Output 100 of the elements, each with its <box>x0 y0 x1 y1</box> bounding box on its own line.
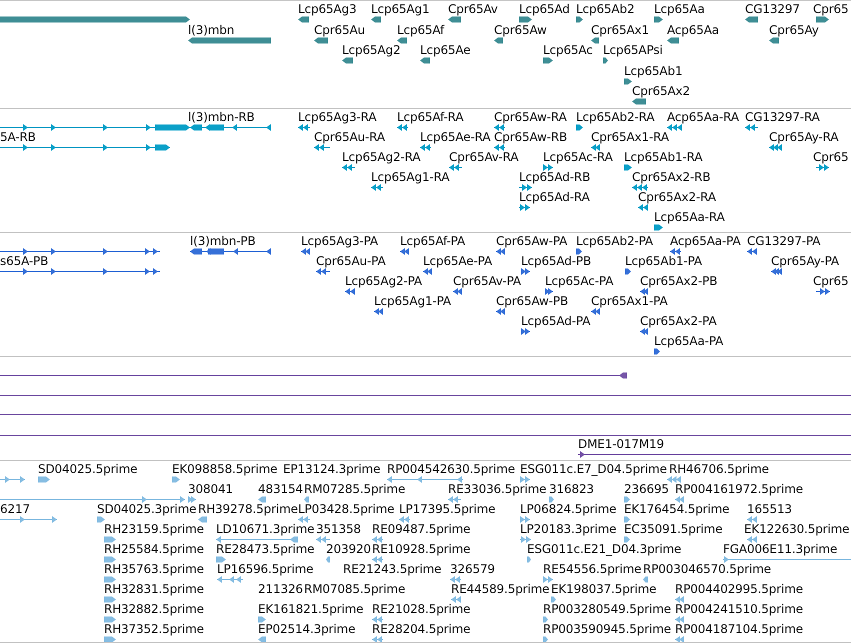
arrow-block-icon[interactable] <box>172 476 180 483</box>
arrowheads-icon[interactable] <box>494 124 505 131</box>
arrowheads-icon[interactable] <box>372 616 383 623</box>
arrow-block-icon[interactable] <box>632 98 646 105</box>
arrow-block-icon[interactable] <box>371 16 381 23</box>
arrowheads-icon[interactable] <box>769 144 782 151</box>
arrow-block-icon[interactable] <box>576 16 583 23</box>
arrowheads-icon[interactable] <box>372 636 383 642</box>
arrowheads-icon[interactable] <box>543 164 553 171</box>
arrow-block-icon[interactable] <box>624 536 630 543</box>
arrow-block-icon[interactable] <box>397 37 407 44</box>
arrow-block-icon[interactable] <box>448 16 461 23</box>
arrow-block-icon[interactable] <box>326 556 330 563</box>
arrow-block-icon[interactable] <box>420 57 430 64</box>
arrowheads-icon[interactable] <box>496 308 505 315</box>
arrowheads-icon[interactable] <box>675 616 684 623</box>
arrow-block-icon[interactable] <box>104 536 116 543</box>
arrowheads-icon[interactable] <box>420 144 431 151</box>
arrowheads-icon[interactable] <box>400 248 409 255</box>
arrow-block-icon[interactable] <box>654 224 663 231</box>
arrow-block-icon[interactable] <box>643 576 648 583</box>
arrow-block-icon[interactable] <box>258 616 266 623</box>
arrowheads-icon[interactable] <box>374 308 383 315</box>
arrowheads-icon[interactable] <box>448 496 461 503</box>
arrowheads-icon[interactable] <box>298 516 310 523</box>
arrowheads-icon[interactable] <box>316 268 330 275</box>
arrowheads-icon[interactable] <box>747 516 757 523</box>
arrowheads-icon[interactable] <box>298 124 310 131</box>
arrowheads-icon[interactable] <box>545 288 553 295</box>
arrowheads-icon[interactable] <box>640 328 648 335</box>
arrow-block-icon[interactable] <box>745 16 758 23</box>
arrowheads-icon[interactable] <box>521 268 530 275</box>
arrowheads-icon[interactable] <box>638 204 648 211</box>
feature-bar[interactable] <box>188 37 271 44</box>
feature-line[interactable] <box>0 248 160 255</box>
arrow-block-icon[interactable] <box>97 516 105 523</box>
arrow-block-icon[interactable] <box>342 57 353 64</box>
arrow-block-icon[interactable] <box>104 636 116 642</box>
arrowheads-icon[interactable] <box>450 576 461 583</box>
arrowheads-icon[interactable] <box>543 576 553 583</box>
feature-bar[interactable] <box>0 16 190 23</box>
arrow-block-icon[interactable] <box>654 348 660 355</box>
arrowheads-icon[interactable] <box>451 596 461 603</box>
arrow-block-icon[interactable] <box>769 37 779 44</box>
arrowheads-icon[interactable] <box>449 164 462 171</box>
arrowheads-icon[interactable] <box>591 308 600 315</box>
arrow-block-icon[interactable] <box>543 57 553 64</box>
feature-line[interactable] <box>0 124 190 131</box>
arrow-block-icon[interactable] <box>603 57 608 64</box>
arrow-block-icon[interactable] <box>624 516 630 523</box>
arrow-block-icon[interactable] <box>104 556 116 563</box>
arrowheads-icon[interactable] <box>316 536 330 543</box>
arrow-block-icon[interactable] <box>304 496 309 503</box>
arrow-block-icon[interactable] <box>624 78 632 85</box>
arrow-block-icon[interactable] <box>216 556 226 563</box>
arrow-block-icon[interactable] <box>624 496 630 503</box>
arrowheads-icon[interactable] <box>453 288 462 295</box>
arrowheads-icon[interactable] <box>399 516 410 523</box>
arrowheads-icon[interactable] <box>397 124 408 131</box>
arrowheads-icon[interactable] <box>519 204 530 211</box>
arrow-block-icon[interactable] <box>543 636 548 642</box>
arrowheads-icon[interactable] <box>745 124 758 131</box>
arrowheads-icon[interactable] <box>520 516 530 523</box>
arrow-block-icon[interactable] <box>551 596 556 603</box>
feature-line[interactable] <box>0 268 160 275</box>
arrow-block-icon[interactable] <box>494 37 503 44</box>
arrowheads-icon[interactable] <box>372 536 383 543</box>
arrowheads-icon[interactable] <box>372 556 383 563</box>
arrow-block-icon[interactable] <box>549 496 554 503</box>
arrow-block-icon[interactable] <box>519 16 532 23</box>
feature-line[interactable] <box>578 451 851 458</box>
arrowheads-icon[interactable] <box>423 268 432 275</box>
arrowheads-icon[interactable] <box>747 536 757 543</box>
arrow-block-icon[interactable] <box>625 268 631 275</box>
arrow-block-icon[interactable] <box>104 596 116 603</box>
arrow-block-icon[interactable] <box>576 124 583 131</box>
arrow-block-icon[interactable] <box>38 476 50 483</box>
arrowheads-icon[interactable] <box>771 268 782 275</box>
arrow-block-icon[interactable] <box>198 516 207 523</box>
arrow-block-icon[interactable] <box>314 37 328 44</box>
arrowheads-icon[interactable] <box>667 476 681 483</box>
arrowheads-icon[interactable] <box>345 288 355 295</box>
arrowheads-icon[interactable] <box>496 248 505 255</box>
arrow-block-icon[interactable] <box>543 616 548 623</box>
arrow-block-icon[interactable] <box>258 496 266 503</box>
arrowheads-icon[interactable] <box>632 184 648 191</box>
arrowheads-icon[interactable] <box>591 144 600 151</box>
arrow-block-icon[interactable] <box>576 248 582 255</box>
arrow-block-icon[interactable] <box>258 636 266 642</box>
arrow-block-icon[interactable] <box>104 576 116 583</box>
arrowheads-icon[interactable] <box>667 124 682 131</box>
arrow-block-icon[interactable] <box>654 16 663 23</box>
arrowheads-icon[interactable] <box>188 496 196 503</box>
arrowheads-icon[interactable] <box>342 164 355 171</box>
feature-line[interactable] <box>190 124 271 131</box>
arrowheads-icon[interactable] <box>520 476 530 483</box>
arrowheads-icon[interactable] <box>519 184 532 191</box>
arrowheads-icon[interactable] <box>301 248 310 255</box>
arrowheads-icon[interactable] <box>816 288 830 295</box>
arrowheads-icon[interactable] <box>494 144 505 151</box>
